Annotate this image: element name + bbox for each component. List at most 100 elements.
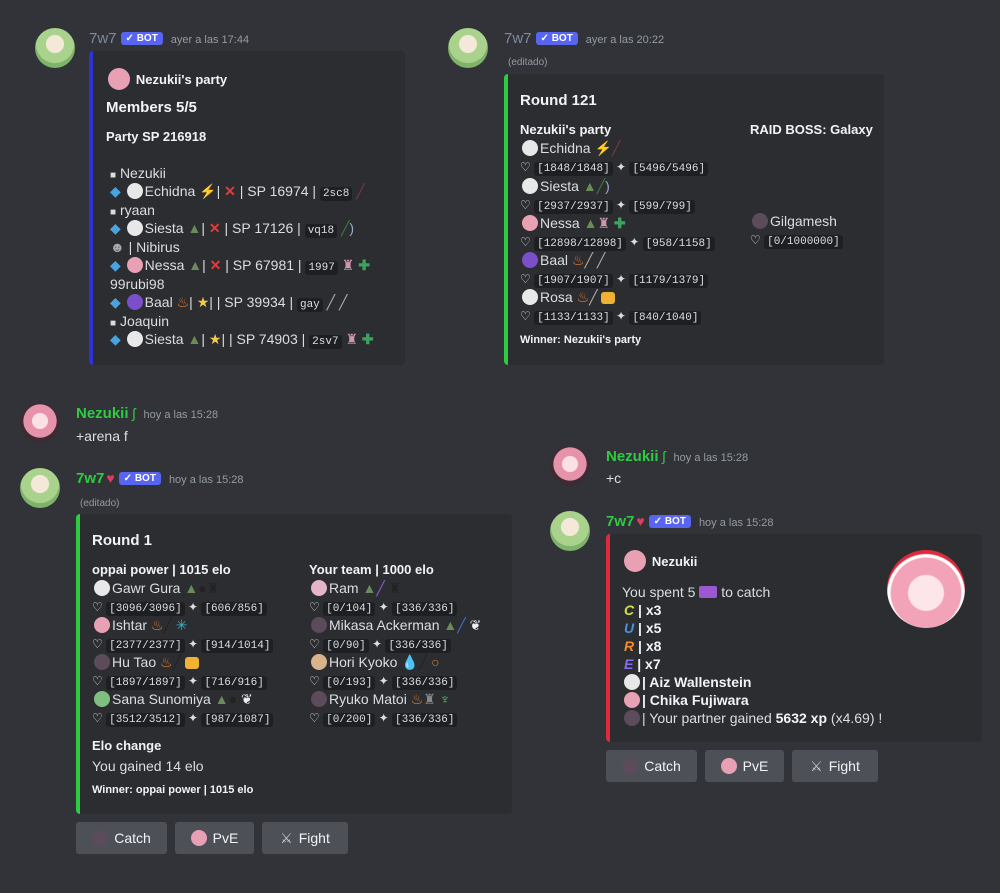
pve-button[interactable]: PvE [705,750,784,782]
scythe-icon: ) [605,178,610,194]
pve-button[interactable]: PvE [175,822,254,854]
spent-text: You spent 5 to catch [622,584,771,600]
fist-icon [601,292,616,304]
caught-row: | Chika Fujiwara [622,692,749,708]
cross-icon: ✕ [209,257,222,273]
bot-avatar[interactable] [20,468,60,508]
username[interactable]: Nezukii [76,405,129,422]
user-avatar[interactable] [20,403,60,443]
mountain-icon: ▲ [583,215,598,231]
alien-icon: ☻ [110,239,125,255]
ticket-icon [699,586,718,598]
message-header: 7w7 ✓ BOT ayer a las 20:22 [504,30,664,47]
username[interactable]: 7w7 [89,30,117,47]
enemy-stats: ♡ [3512/3512] ✦ [987/1087] [92,711,274,727]
ally-member: Ram ▲╱ ♜ [309,580,401,597]
thumbnail-image[interactable] [887,550,965,628]
plus-icon: ✚ [361,331,374,347]
party-title: Nezukii's party [520,122,612,137]
message-header: Nezukii ʃ hoy a las 15:28 [606,448,748,465]
square-icon: ■ [110,207,117,218]
message-text: +arena f [76,428,128,444]
pet-row: ◆ Echidna ⚡| ✕ | SP 16974 | 2sc8 ╱ [110,183,365,201]
member-row: ☻ | Nibirus [110,239,180,255]
catch-icon [92,830,109,846]
enemy-member: Gawr Gura ▲●♜ [92,580,219,597]
pet-row: ◆ Siesta ▲| ✕ | SP 17126 | vq18 ╱) [110,220,355,238]
square-icon: ■ [110,318,117,329]
user-badge-icon: ʃ [662,448,666,464]
ram-icon [311,580,327,596]
figure-icon: ♜ [345,331,359,347]
fire-icon: ♨ [176,294,190,310]
figure-icon: ♜ [341,257,355,273]
fight-button[interactable]: ⚔ Fight [792,750,878,782]
rarity-row: R | x8 [624,638,662,654]
star-icon: ★ [196,294,210,310]
xp-row: | Your partner gained 5632 xp (x4.69) ! [622,710,882,726]
username[interactable]: 7w7 [504,30,532,47]
bot-avatar[interactable] [448,28,488,68]
bot-avatar[interactable] [35,28,75,68]
party-stats: ♡ [12898/12898] ✦ [958/1158] [520,235,715,251]
timestamp: ayer a las 20:22 [585,34,665,46]
user-badge-icon: ʃ [132,405,136,421]
enemy-stats: ♡ [3096/3096] ✦ [606/856] [92,600,267,616]
username[interactable]: 7w7 [606,513,634,530]
embed-author: Nezukii [622,550,697,572]
weapon-icon: ╱ [611,140,621,156]
pet-row: ◆ Siesta ▲| ★| | SP 74903 | 2sv7 ♜ ✚ [110,331,374,349]
lightning-icon: ⚡ [199,183,217,199]
echidna-icon [522,140,538,156]
mountain-icon: ▲ [187,331,202,347]
elo-title: Elo change [92,738,162,753]
aiz-icon [624,674,640,690]
party-member: Baal ♨╱ ╱ [520,252,605,269]
catch-icon [622,758,639,774]
diamond-icon: ◆ [110,331,121,347]
ally-stats: ♡ [0/90] ✦ [336/336] [309,637,451,653]
party-member: Nessa ▲♜ ✚ [520,215,626,232]
sword-icon: ╱ [596,178,606,194]
sword-icon: ╱ [339,294,348,310]
party-embed: Nezukii's party Members 5/5 Party SP 216… [89,51,405,365]
catch-button[interactable]: Catch [76,822,167,854]
lightning-icon: ⚡ [594,140,612,156]
party-stats: ♡ [2937/2937] ✦ [599/799] [520,198,695,214]
scythe-icon: ) [349,220,355,236]
member-row: ■ Joaquin [110,313,169,329]
sana-sunomiya-icon [94,691,110,707]
timestamp: hoy a las 15:28 [168,474,244,486]
enemy-member: Sana Sunomiya ▲● ❦ [92,691,253,708]
embed-bar [504,74,508,365]
sword-icon: ╱ [589,289,598,305]
baal-icon [522,252,538,268]
winner-text: Winner: oppai power | 1015 elo [92,784,254,796]
message-header: 7w7 ♥ ✓ BOT hoy a las 15:28 [606,513,774,530]
mountain-icon: ▲ [187,220,202,236]
bot-badge: ✓ BOT [648,515,691,528]
rosa-icon [522,289,538,305]
figure-icon: ♜ [597,215,610,231]
username[interactable]: 7w7 [76,470,104,487]
enemy-member: Ishtar ♨╱ ✳ [92,617,188,634]
party-stats: ♡ [1848/1848] ✦ [5496/5496] [520,160,709,176]
bot-badge: ✓ BOT [118,472,161,485]
author-avatar [108,68,130,90]
enemy-member: Hu Tao ♨╱ [92,654,199,671]
gawr-gura-icon [94,580,110,596]
mountain-icon: ▲ [188,257,203,273]
winner-text: Winner: Nezukii's party [520,334,642,346]
caught-row: | Aiz Wallenstein [622,674,751,690]
fight-button[interactable]: ⚔ Fight [262,822,348,854]
user-avatar[interactable] [550,446,590,486]
hori-kyoko-icon [311,654,327,670]
enemy-stats: ♡ [2377/2377] ✦ [914/1014] [92,637,274,653]
catch-button[interactable]: Catch [606,750,697,782]
cross-icon: ✕ [208,220,221,236]
diamond-icon: ◆ [110,257,121,273]
embed-bar [89,51,93,365]
raid-embed: Round 121 Nezukii's party RAID BOSS: Gal… [504,74,884,365]
bot-avatar[interactable] [550,511,590,551]
username[interactable]: Nezukii [606,448,659,465]
